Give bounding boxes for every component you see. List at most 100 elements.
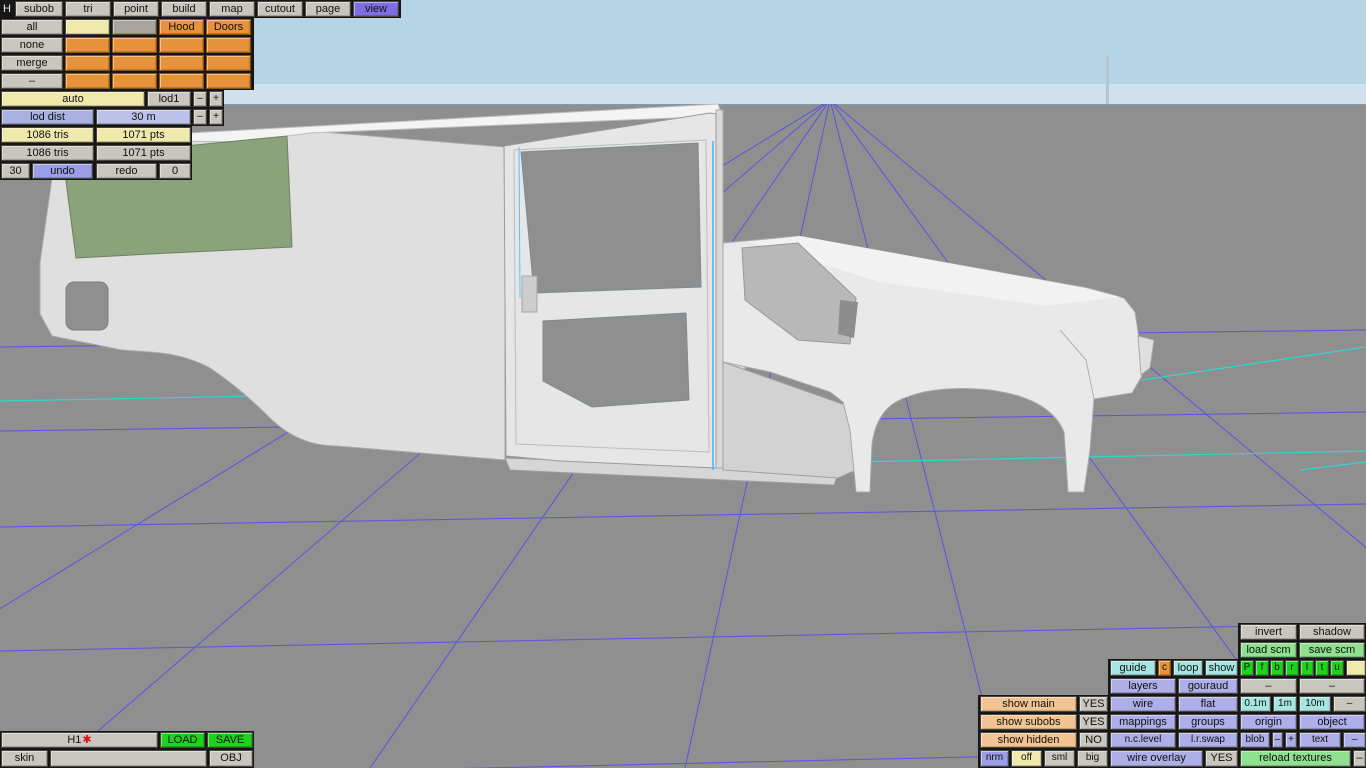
- load-button[interactable]: LOAD: [160, 732, 205, 748]
- menu-item-page[interactable]: page: [305, 1, 351, 17]
- lod-auto-button[interactable]: auto: [1, 91, 145, 107]
- blob-plus-button[interactable]: +: [1285, 732, 1297, 748]
- view-f-button[interactable]: f: [1255, 660, 1269, 676]
- group-cell-selected[interactable]: [65, 19, 110, 35]
- guide-c-button[interactable]: c: [1158, 660, 1171, 676]
- show-button[interactable]: show: [1205, 660, 1238, 676]
- lod1-button[interactable]: lod1: [147, 91, 191, 107]
- undo-button[interactable]: undo: [32, 163, 93, 179]
- group-cell[interactable]: [65, 73, 110, 89]
- menu-item-view[interactable]: view: [353, 1, 399, 17]
- menu-item-subob[interactable]: subob: [15, 1, 63, 17]
- view-extra-button[interactable]: [1346, 660, 1366, 676]
- grid-10m-button[interactable]: 10m: [1299, 696, 1331, 712]
- group-cell-doors[interactable]: Doors: [206, 19, 251, 35]
- group-cell[interactable]: [112, 37, 157, 53]
- lod-plus-button[interactable]: +: [209, 91, 223, 107]
- menu-item-map[interactable]: map: [209, 1, 255, 17]
- redo-button[interactable]: redo: [96, 163, 157, 179]
- group-cell[interactable]: [65, 55, 110, 71]
- group-cell[interactable]: [65, 37, 110, 53]
- save-scm-button[interactable]: save scm: [1299, 642, 1365, 658]
- merge-button[interactable]: merge: [1, 55, 63, 71]
- reload-textures-button[interactable]: reload textures: [1240, 750, 1351, 767]
- view-l-button[interactable]: l: [1300, 660, 1314, 676]
- blank-option-button[interactable]: –: [1240, 678, 1297, 694]
- text-minus-button[interactable]: –: [1343, 732, 1366, 748]
- guide-button[interactable]: guide: [1110, 660, 1156, 676]
- blank-option-button[interactable]: –: [1299, 678, 1365, 694]
- nrm-sml-button[interactable]: sml: [1044, 750, 1075, 767]
- select-none-button[interactable]: none: [1, 37, 63, 53]
- group-cell[interactable]: [206, 37, 251, 53]
- load-scm-button[interactable]: load scm: [1240, 642, 1297, 658]
- group-cell-hood[interactable]: Hood: [159, 19, 204, 35]
- menu-item-tri[interactable]: tri: [65, 1, 111, 17]
- door-lower-opening: [542, 312, 690, 408]
- redo-count: 0: [159, 163, 191, 179]
- lod-minus-button[interactable]: –: [193, 91, 207, 107]
- show-subobs-button[interactable]: show subobs: [980, 714, 1077, 730]
- blob-minus-button[interactable]: –: [1272, 732, 1283, 748]
- flat-button[interactable]: flat: [1178, 696, 1238, 712]
- layers-button[interactable]: layers: [1110, 678, 1176, 694]
- obj-export-button[interactable]: OBJ: [209, 750, 253, 767]
- collapse-button[interactable]: –: [1, 73, 63, 89]
- model-name-field[interactable]: H1✱: [1, 732, 158, 748]
- skin-name-field[interactable]: [50, 750, 207, 767]
- object-button[interactable]: object: [1299, 714, 1365, 730]
- group-cell[interactable]: [159, 37, 204, 53]
- show-hidden-toggle[interactable]: NO: [1079, 732, 1108, 748]
- menu-item-h[interactable]: H: [1, 1, 13, 17]
- nrm-big-button[interactable]: big: [1077, 750, 1108, 767]
- show-main-button[interactable]: show main: [980, 696, 1077, 712]
- show-hidden-button[interactable]: show hidden: [980, 732, 1077, 748]
- grid-1m-button[interactable]: 1m: [1273, 696, 1297, 712]
- dist-minus-button[interactable]: –: [193, 109, 207, 125]
- skin-button[interactable]: skin: [1, 750, 48, 767]
- view-b-button[interactable]: b: [1270, 660, 1284, 676]
- menu-item-point[interactable]: point: [113, 1, 159, 17]
- group-cell[interactable]: [112, 19, 157, 35]
- blob-button[interactable]: blob: [1240, 732, 1270, 748]
- group-cell[interactable]: [206, 73, 251, 89]
- wire-button[interactable]: wire: [1110, 696, 1176, 712]
- model-name: H1: [67, 734, 82, 746]
- shadow-button[interactable]: shadow: [1299, 624, 1365, 640]
- lr-swap-button[interactable]: l.r.swap: [1178, 732, 1238, 748]
- view-r-button[interactable]: r: [1285, 660, 1299, 676]
- select-all-button[interactable]: all: [1, 19, 63, 35]
- group-cell[interactable]: [112, 55, 157, 71]
- menu-item-cutout[interactable]: cutout: [257, 1, 303, 17]
- lod-dist-value: 30 m: [96, 109, 191, 125]
- dist-plus-button[interactable]: +: [209, 109, 223, 125]
- grid-01m-button[interactable]: 0.1m: [1240, 696, 1271, 712]
- group-cell[interactable]: [206, 55, 251, 71]
- nrm-off-button[interactable]: off: [1011, 750, 1042, 767]
- wire-overlay-button[interactable]: wire overlay: [1110, 750, 1203, 767]
- menu-item-build[interactable]: build: [161, 1, 207, 17]
- save-button[interactable]: SAVE: [207, 732, 253, 748]
- group-cell[interactable]: [112, 73, 157, 89]
- loop-button[interactable]: loop: [1173, 660, 1203, 676]
- nc-level-button[interactable]: n.c.level: [1110, 732, 1176, 748]
- group-cell[interactable]: [159, 73, 204, 89]
- show-subobs-toggle[interactable]: YES: [1079, 714, 1108, 730]
- origin-button[interactable]: origin: [1240, 714, 1297, 730]
- view-t-button[interactable]: t: [1315, 660, 1329, 676]
- grid-off-button[interactable]: –: [1333, 696, 1366, 712]
- gouraud-button[interactable]: gouraud: [1178, 678, 1238, 694]
- groups-button[interactable]: groups: [1178, 714, 1238, 730]
- view-p-button[interactable]: P: [1240, 660, 1254, 676]
- view-u-button[interactable]: u: [1330, 660, 1344, 676]
- reload-minus-button[interactable]: –: [1353, 750, 1366, 767]
- lod-dist-label[interactable]: lod dist: [1, 109, 94, 125]
- distant-pole: [1106, 56, 1109, 104]
- show-main-toggle[interactable]: YES: [1079, 696, 1108, 712]
- wire-overlay-toggle[interactable]: YES: [1205, 750, 1238, 767]
- mappings-button[interactable]: mappings: [1110, 714, 1176, 730]
- group-cell[interactable]: [159, 55, 204, 71]
- nrm-button[interactable]: nrm: [980, 750, 1009, 767]
- invert-button[interactable]: invert: [1240, 624, 1297, 640]
- text-button[interactable]: text: [1299, 732, 1341, 748]
